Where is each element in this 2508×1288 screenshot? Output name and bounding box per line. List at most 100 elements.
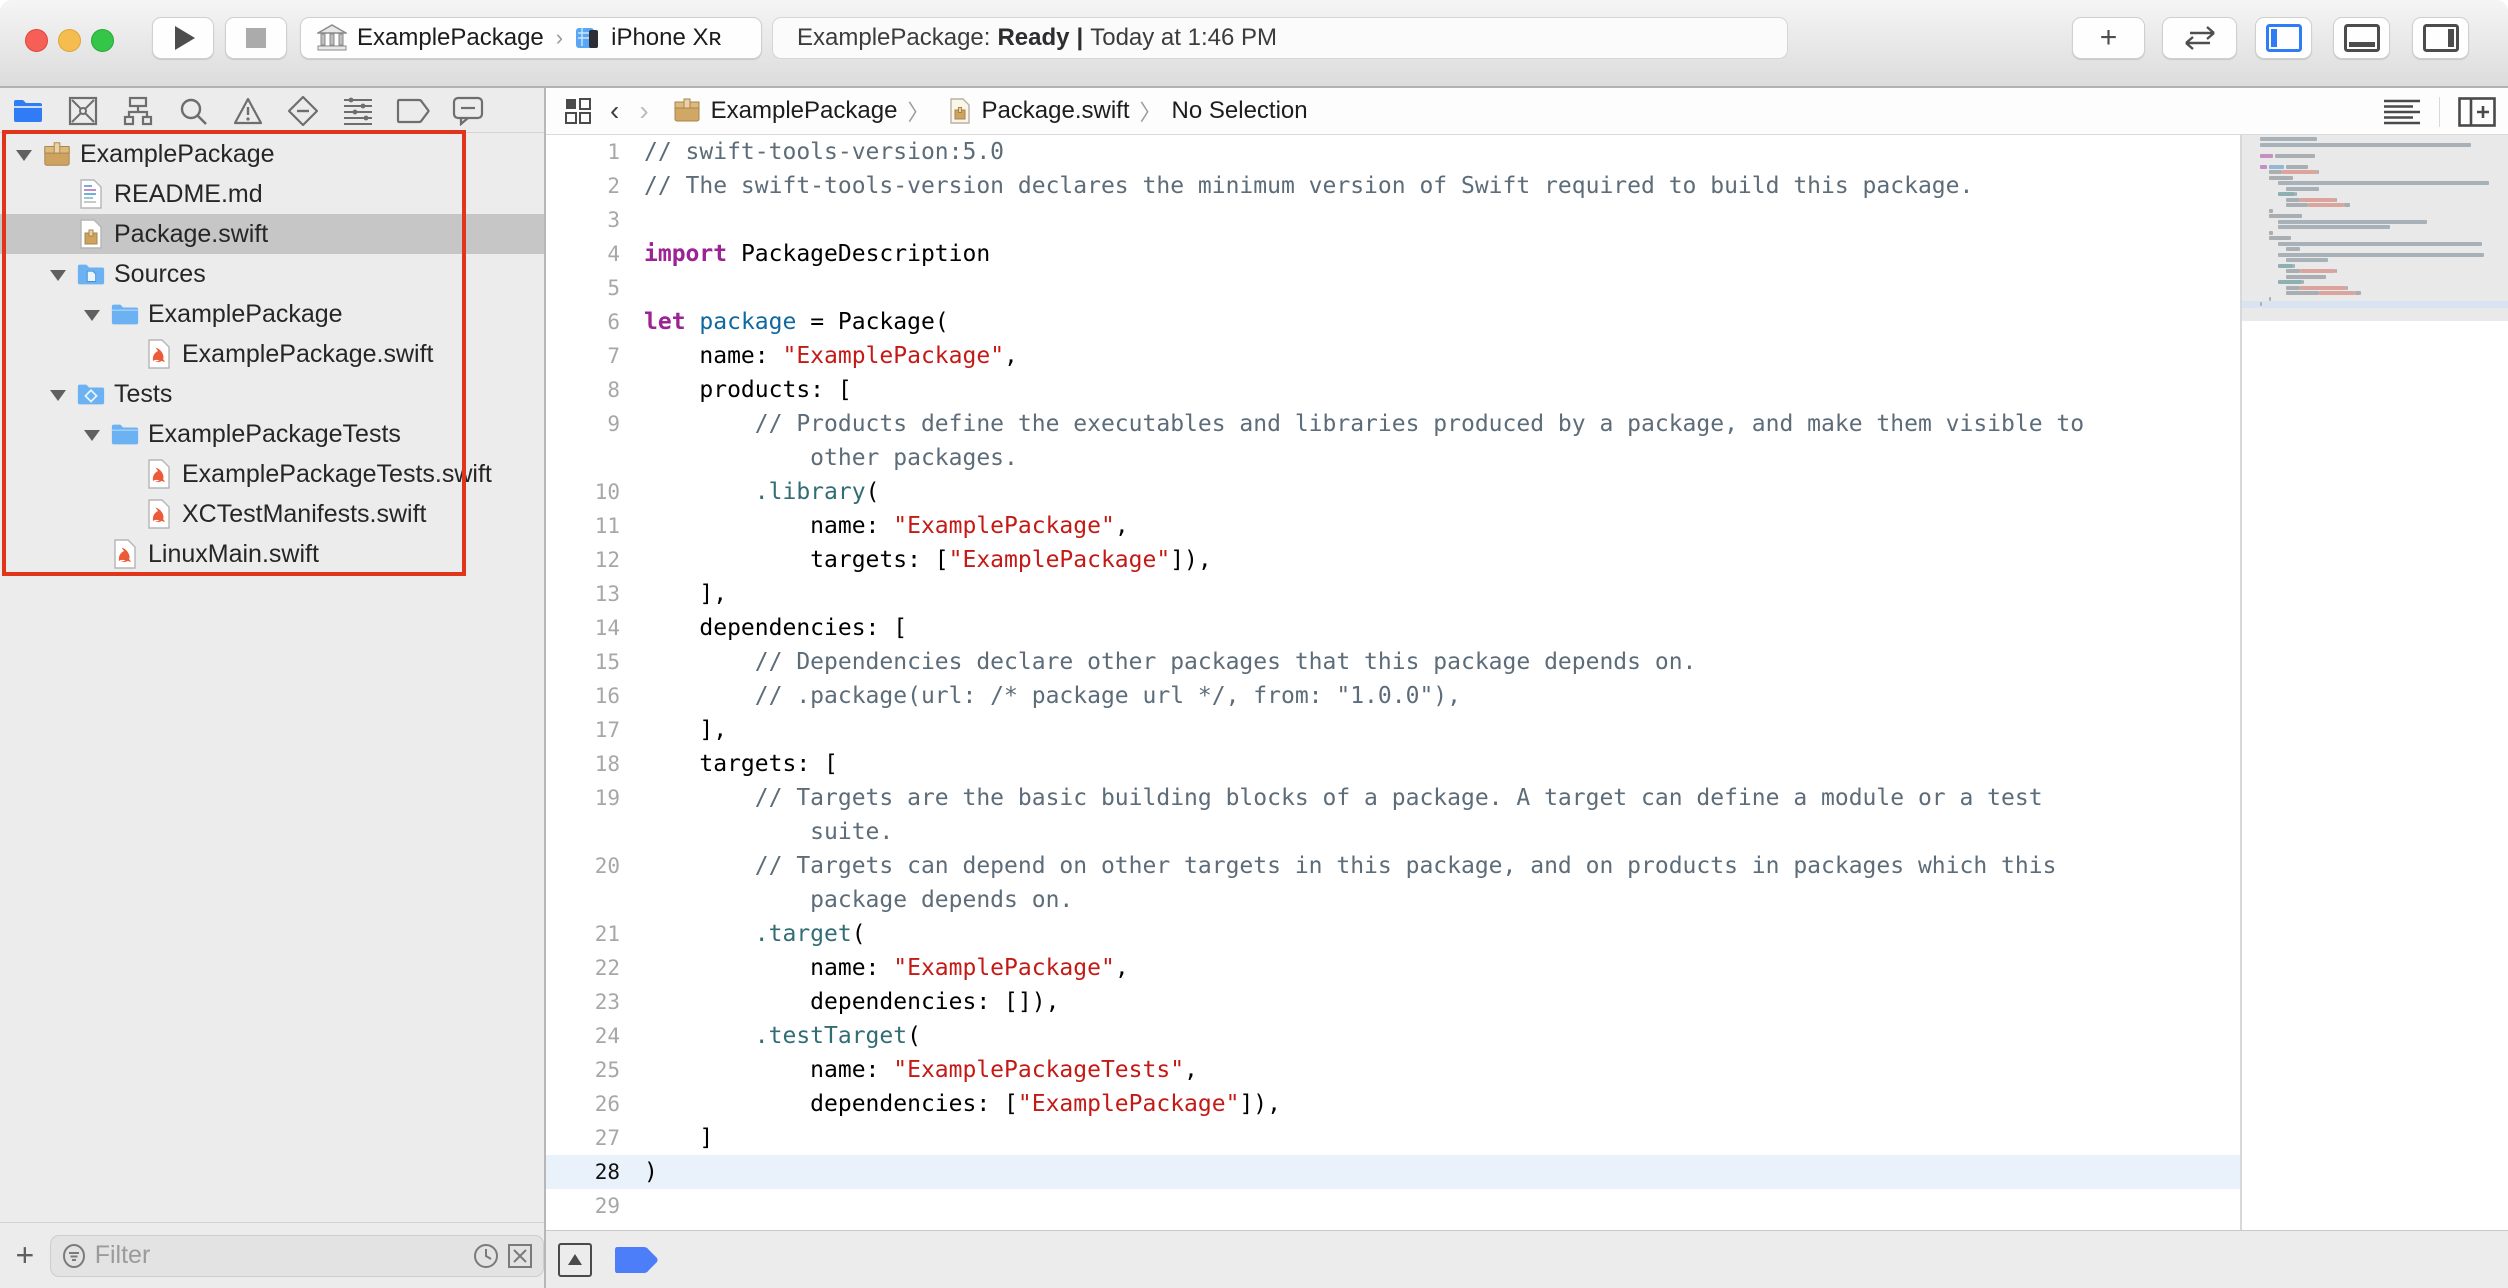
minimap-code-bar — [2335, 269, 2337, 273]
scheme-selector[interactable]: ExamplePackage › iPhone Xʀ — [300, 17, 762, 59]
code-text: dependencies: ["ExamplePackage"]), — [620, 1091, 1281, 1117]
line-number: 18 — [546, 752, 620, 776]
go-back-button[interactable]: ‹ — [610, 95, 619, 127]
code-line[interactable]: 19 // Targets are the basic building blo… — [546, 781, 2240, 815]
recent-files-clock-icon[interactable] — [473, 1243, 499, 1269]
code-line[interactable]: 17 ], — [546, 713, 2240, 747]
code-line[interactable]: 18 targets: [ — [546, 747, 2240, 781]
tree-row-tests[interactable]: Tests — [0, 374, 544, 414]
code-line[interactable]: 25 name: "ExamplePackageTests", — [546, 1053, 2240, 1087]
add-file-button[interactable]: + — [0, 1237, 50, 1274]
go-forward-button[interactable]: › — [639, 95, 648, 127]
plus-icon: + — [2100, 21, 2118, 55]
code-line[interactable]: 23 dependencies: []), — [546, 985, 2240, 1019]
code-line[interactable]: 9 // Products define the executables and… — [546, 407, 2240, 441]
source-editor[interactable]: 1// swift-tools-version:5.02// The swift… — [546, 135, 2240, 1230]
toggle-debug-console-icon[interactable] — [558, 1243, 592, 1277]
code-line[interactable]: 11 name: "ExamplePackage", — [546, 509, 2240, 543]
test-navigator-tab[interactable] — [283, 92, 323, 130]
minimap-code-bar — [2286, 258, 2328, 262]
code-line[interactable]: 14 dependencies: [ — [546, 611, 2240, 645]
library-add-button[interactable]: + — [2072, 17, 2145, 59]
code-line[interactable]: 29 — [546, 1189, 2240, 1223]
toggle-navigator-button[interactable] — [2255, 17, 2312, 59]
code-line[interactable]: 24 .testTarget( — [546, 1019, 2240, 1053]
tree-row-readme-md[interactable]: README.md — [0, 174, 544, 214]
breakpoint-toggle-icon[interactable] — [614, 1246, 660, 1274]
symbol-navigator-tab[interactable] — [118, 92, 158, 130]
code-line[interactable]: 5 — [546, 271, 2240, 305]
code-line[interactable]: 13 ], — [546, 577, 2240, 611]
minimize-window-button[interactable] — [58, 29, 81, 52]
code-line[interactable]: 2// The swift-tools-version declares the… — [546, 169, 2240, 203]
stop-icon — [246, 28, 266, 48]
line-number: 22 — [546, 956, 620, 980]
code-line[interactable]: 16 // .package(url: /* package url */, f… — [546, 679, 2240, 713]
debug-navigator-tab[interactable] — [338, 92, 378, 130]
adjust-editor-options-icon[interactable] — [2383, 99, 2421, 125]
add-editor-icon[interactable] — [2458, 97, 2496, 127]
line-number: 26 — [546, 1092, 620, 1116]
code-line[interactable]: 7 name: "ExamplePackage", — [546, 339, 2240, 373]
code-line[interactable]: 4import PackageDescription — [546, 237, 2240, 271]
code-line[interactable]: 1// swift-tools-version:5.0 — [546, 135, 2240, 169]
code-line[interactable]: 6let package = Package( — [546, 305, 2240, 339]
code-line[interactable]: 12 targets: ["ExamplePackage"]), — [546, 543, 2240, 577]
code-line[interactable]: other packages. — [546, 441, 2240, 475]
zoom-window-button[interactable] — [91, 29, 114, 52]
tree-row-examplepackage[interactable]: ExamplePackage — [0, 294, 544, 334]
code-text: // .package(url: /* package url */, from… — [620, 683, 1461, 709]
minimap-panel[interactable] — [2240, 135, 2508, 1230]
toggle-debug-area-button[interactable] — [2333, 17, 2390, 59]
sidebar-divider[interactable] — [544, 88, 546, 1288]
disclosure-triangle-icon[interactable] — [84, 310, 100, 321]
tree-row-xctestmanifests-swift[interactable]: XCTestManifests.swift — [0, 494, 544, 534]
breadcrumb-project[interactable]: ExamplePackage — [711, 97, 898, 125]
breadcrumb-selection[interactable]: No Selection — [1172, 97, 1308, 125]
close-window-button[interactable] — [25, 29, 48, 52]
version-editor-button[interactable] — [2162, 17, 2237, 59]
source-control-status-filter-icon[interactable] — [507, 1243, 533, 1269]
disclosure-triangle-icon[interactable] — [50, 270, 66, 281]
breadcrumb-file[interactable]: Package.swift — [981, 97, 1129, 125]
find-navigator-tab[interactable] — [173, 92, 213, 130]
tree-row-examplepackage[interactable]: ExamplePackage — [0, 134, 544, 174]
code-line[interactable]: 3 — [546, 203, 2240, 237]
line-number: 29 — [546, 1194, 620, 1218]
code-line-current[interactable]: 28) — [546, 1155, 2240, 1189]
line-number: 1 — [546, 140, 620, 164]
code-line[interactable]: 26 dependencies: ["ExamplePackage"]), — [546, 1087, 2240, 1121]
code-line[interactable]: 22 name: "ExamplePackage", — [546, 951, 2240, 985]
code-line[interactable]: 10 .library( — [546, 475, 2240, 509]
disclosure-triangle-icon[interactable] — [50, 390, 66, 401]
code-line[interactable]: 21 .target( — [546, 917, 2240, 951]
stop-button[interactable] — [225, 17, 287, 59]
code-line[interactable]: 15 // Dependencies declare other package… — [546, 645, 2240, 679]
minimap-code-bar — [2269, 231, 2273, 235]
disclosure-triangle-icon[interactable] — [16, 150, 32, 161]
code-line[interactable]: 27 ] — [546, 1121, 2240, 1155]
related-items-icon[interactable] — [564, 97, 592, 125]
source-control-tab[interactable] — [63, 92, 103, 130]
tree-row-examplepackage-swift[interactable]: ExamplePackage.swift — [0, 334, 544, 374]
run-button[interactable] — [152, 17, 214, 59]
toggle-inspector-button[interactable] — [2412, 17, 2469, 59]
disclosure-triangle-icon[interactable] — [84, 430, 100, 441]
tree-item-label: ExamplePackageTests.swift — [182, 460, 492, 489]
tree-row-sources[interactable]: Sources — [0, 254, 544, 294]
code-line[interactable]: suite. — [546, 815, 2240, 849]
navigator-sidebar: ExamplePackageREADME.mdPackage.swiftSour… — [0, 88, 544, 1288]
tree-row-linuxmain-swift[interactable]: LinuxMain.swift — [0, 534, 544, 574]
tree-row-examplepackagetests-swift[interactable]: ExamplePackageTests.swift — [0, 454, 544, 494]
report-navigator-tab[interactable] — [448, 92, 488, 130]
tree-row-package-swift[interactable]: Package.swift — [0, 214, 544, 254]
code-line[interactable]: 8 products: [ — [546, 373, 2240, 407]
breakpoint-navigator-tab[interactable] — [393, 92, 433, 130]
code-line[interactable]: package depends on. — [546, 883, 2240, 917]
tree-row-examplepackagetests[interactable]: ExamplePackageTests — [0, 414, 544, 454]
code-line[interactable]: 20 // Targets can depend on other target… — [546, 849, 2240, 883]
minimap-code-bar — [2300, 198, 2335, 202]
project-navigator-tab[interactable] — [8, 92, 48, 130]
filter-field[interactable]: Filter — [50, 1235, 544, 1277]
issue-navigator-tab[interactable] — [228, 92, 268, 130]
